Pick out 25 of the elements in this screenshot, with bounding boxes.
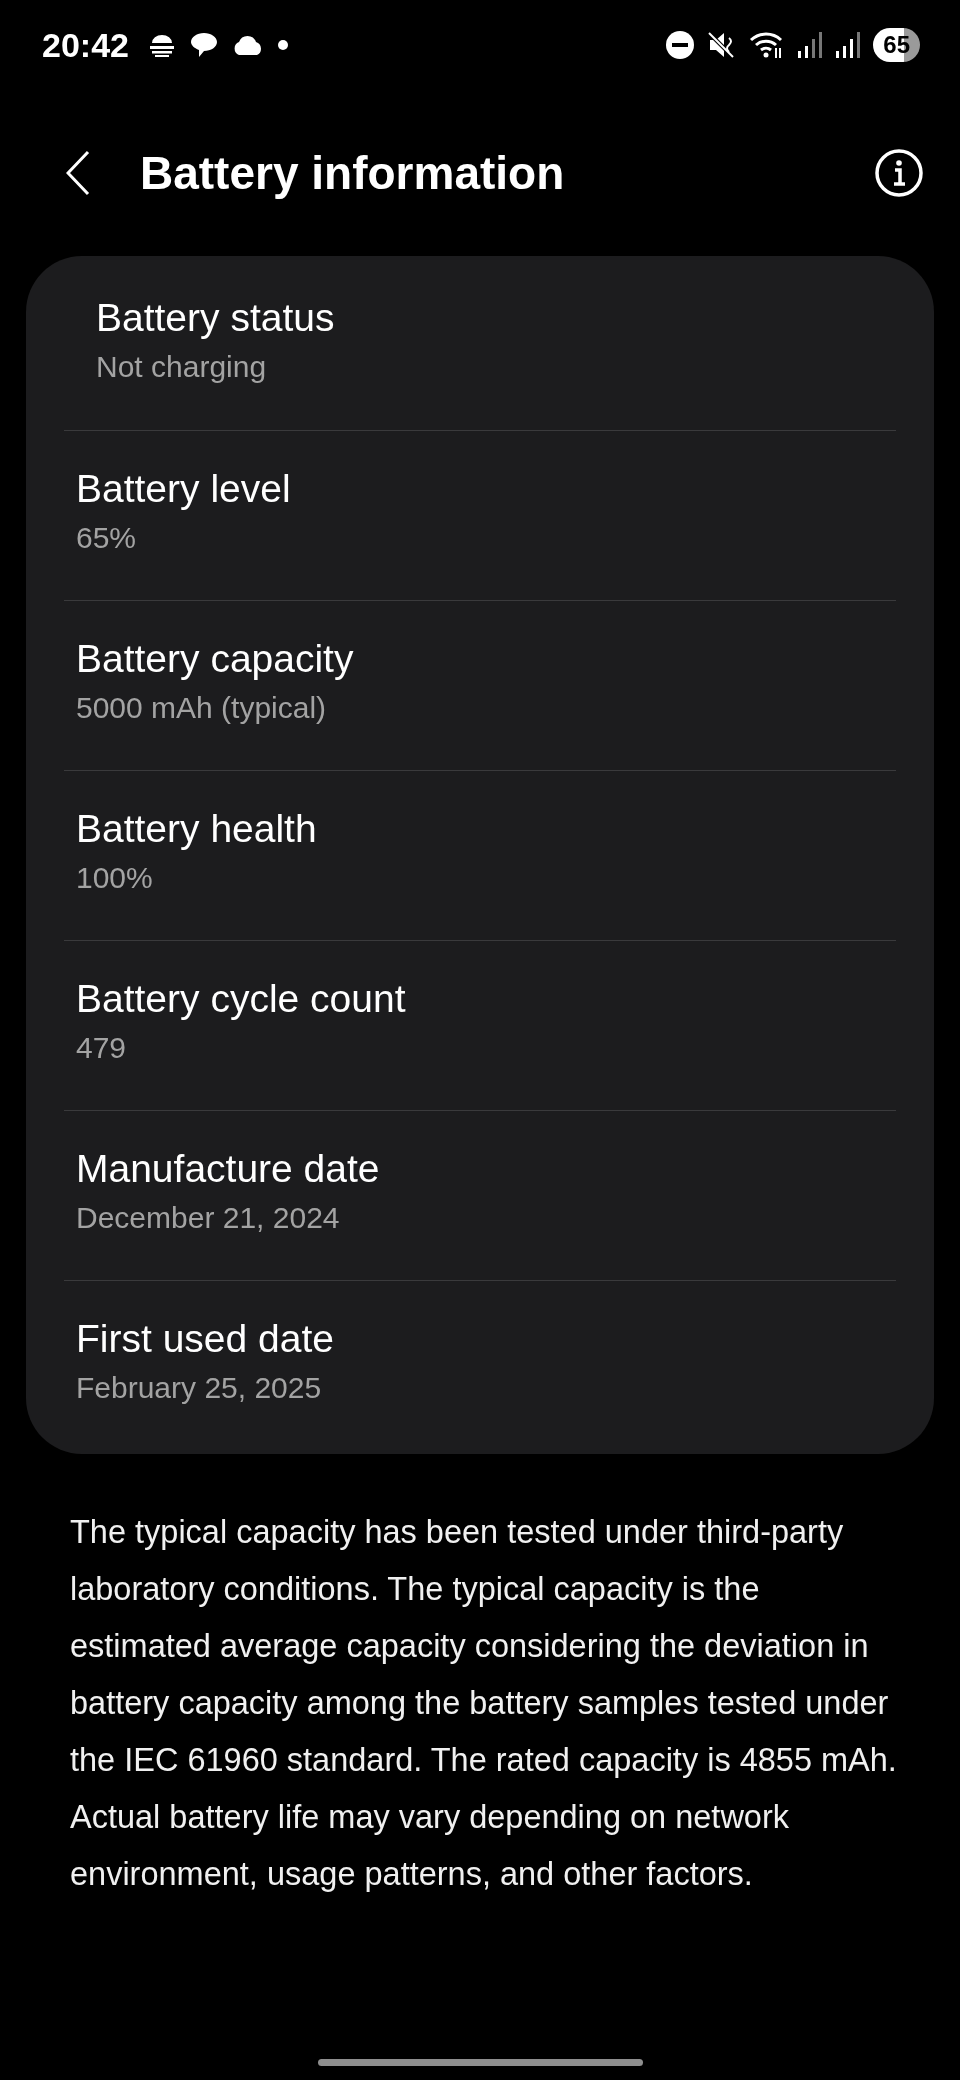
item-title: Battery cycle count — [76, 976, 407, 1022]
item-value: 5000 mAh (typical) — [76, 691, 328, 725]
back-icon[interactable] — [66, 150, 90, 196]
item-value: February 25, 2025 — [76, 1371, 323, 1405]
item-value: 100% — [76, 861, 154, 895]
do-not-disturb-icon — [665, 30, 696, 60]
item-title: Battery status — [96, 295, 336, 341]
item-title: Battery level — [76, 466, 292, 512]
battery-indicator: 65 — [873, 28, 920, 62]
item-value: 479 — [76, 1031, 128, 1065]
note-paragraph: The typical capacity has been tested under third-party laboratory conditions. The typical capacity is the estimated average capacity considering the deviation in battery capacity among the battery samples tested under the IEC 61960 standard. The rated capacity is 4855 mAh. Actual battery life may vary depending on network environment, usage patterns, and other factors. — [69, 1513, 898, 1894]
item-title: Battery health — [76, 806, 318, 852]
page-title: Battery information — [140, 146, 565, 200]
info-icon[interactable] — [874, 148, 924, 198]
item-value: December 21, 2024 — [76, 1201, 341, 1235]
dot-icon — [276, 39, 289, 51]
chat-bubble-icon — [188, 31, 219, 59]
item-title: Battery capacity — [76, 636, 355, 682]
item-title: First used date — [76, 1316, 335, 1362]
signal-icon — [835, 31, 862, 59]
signal-icon — [797, 31, 824, 59]
item-value: 65% — [76, 521, 138, 555]
item-title: Manufacture date — [76, 1146, 381, 1192]
status-time: 20:42 — [42, 25, 129, 65]
item-value: Not charging — [96, 350, 268, 384]
